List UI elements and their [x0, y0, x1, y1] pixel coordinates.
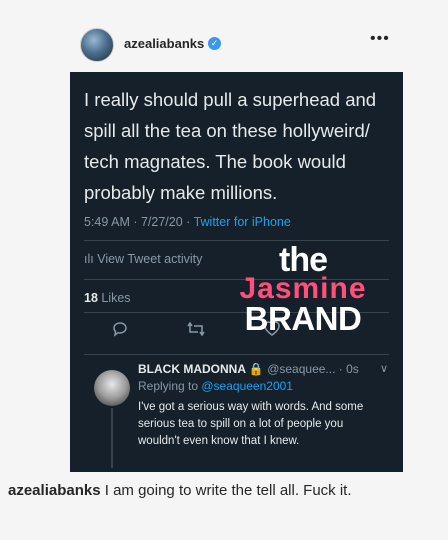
replying-prefix: Replying to: [138, 379, 202, 393]
caption-text: I am going to write the tell all. Fuck i…: [100, 482, 352, 499]
thread-line: [111, 408, 113, 468]
replying-handle-link[interactable]: @seaqueen2001: [201, 379, 293, 393]
divider: [84, 240, 389, 241]
reply-text: I've got a serious way with words. And s…: [138, 401, 364, 447]
tweet-source-link[interactable]: Twitter for iPhone: [194, 215, 291, 229]
reply-avatar[interactable]: [94, 370, 130, 406]
activity-label: View Tweet activity: [97, 252, 203, 266]
reply-display-name[interactable]: BLACK MADONNA: [138, 362, 246, 376]
retweet-icon[interactable]: [184, 320, 208, 344]
reply-icon[interactable]: [108, 320, 132, 344]
more-options-icon[interactable]: •••: [370, 30, 390, 48]
caption-username[interactable]: azealiabanks: [8, 482, 101, 499]
avatar[interactable]: [80, 28, 114, 62]
divider: [84, 354, 389, 355]
likes-number: 18: [84, 291, 98, 305]
lock-icon: 🔒: [248, 362, 264, 376]
likes-count[interactable]: 18 Likes: [84, 291, 131, 305]
post-caption: azealiabanks I am going to write the tel…: [8, 480, 440, 502]
chevron-down-icon[interactable]: ∨: [380, 362, 388, 375]
tweet-timestamp: 5:49 AM · 7/27/20 ·: [84, 215, 194, 229]
watermark-brand: BRAND: [244, 300, 362, 337]
the-jasmine-brand-watermark: the Jasmine BRAND: [218, 241, 388, 337]
activity-bars-icon: ılı: [84, 252, 94, 266]
post-username[interactable]: azealiabanks: [124, 36, 204, 51]
instagram-post: azealiabanks ✓ ••• I really should pull …: [0, 0, 448, 540]
likes-label: Likes: [97, 291, 131, 305]
reply-handle: @seaquee... · 0s: [267, 362, 359, 376]
replying-to: Replying to @seaqueen2001: [138, 379, 293, 393]
tweet-activity-link[interactable]: ılı View Tweet activity: [84, 252, 202, 266]
watermark-the: the: [279, 241, 328, 279]
post-header: azealiabanks ✓ •••: [0, 18, 448, 70]
reply-author: BLACK MADONNA 🔒 @seaquee... · 0s: [138, 362, 359, 376]
verified-badge-icon: ✓: [208, 37, 221, 50]
tweet-text: I really should pull a superhead and spi…: [84, 89, 377, 203]
watermark-jasmine: Jasmine: [239, 272, 367, 305]
tweet-meta: 5:49 AM · 7/27/20 · Twitter for iPhone: [84, 215, 291, 229]
